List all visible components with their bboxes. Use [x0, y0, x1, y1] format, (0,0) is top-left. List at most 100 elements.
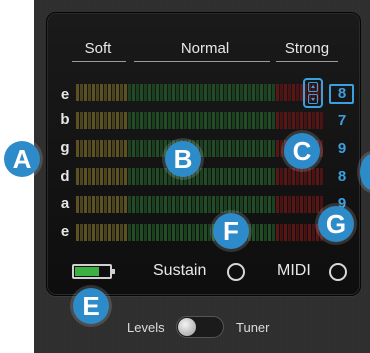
- meter-segment: [284, 84, 287, 101]
- meter-segment: [96, 140, 99, 157]
- meter-segment: [144, 224, 147, 241]
- meter-segment: [84, 112, 87, 129]
- meter-segment: [216, 112, 219, 129]
- threshold-value-1[interactable]: 8: [333, 86, 351, 102]
- meter-segment: [288, 168, 291, 185]
- meter-segment: [252, 168, 255, 185]
- meter-segment: [104, 224, 107, 241]
- meter-segment: [88, 196, 91, 213]
- meter-segment: [108, 112, 111, 129]
- sustain-radio[interactable]: [227, 263, 245, 281]
- meter-segment: [104, 84, 107, 101]
- meter-segment: [88, 112, 91, 129]
- meter-segment: [80, 196, 83, 213]
- meter-segment: [248, 168, 251, 185]
- threshold-value-3[interactable]: 9: [333, 141, 351, 157]
- meter-segment: [208, 140, 211, 157]
- meter-segment: [160, 140, 163, 157]
- threshold-stepper[interactable]: [303, 78, 323, 108]
- meter-segment: [104, 112, 107, 129]
- meter-segment: [288, 196, 291, 213]
- meter-segment: [152, 224, 155, 241]
- switch-knob[interactable]: [178, 318, 196, 336]
- meter-segment: [204, 84, 207, 101]
- meter-segment: [300, 168, 303, 185]
- meter-segment: [132, 112, 135, 129]
- meter-segment: [204, 112, 207, 129]
- callout-f: F: [213, 213, 249, 249]
- meter-segment: [100, 84, 103, 101]
- meter-segment: [108, 84, 111, 101]
- meter-segment: [156, 84, 159, 101]
- increment-icon[interactable]: [308, 82, 318, 92]
- meter-segment: [272, 112, 275, 129]
- meter-segment: [288, 84, 291, 101]
- meter-segment: [216, 196, 219, 213]
- meter-segment: [196, 84, 199, 101]
- meter-segment: [268, 168, 271, 185]
- meter-segment: [132, 140, 135, 157]
- meter-segment: [80, 224, 83, 241]
- meter-segment: [156, 140, 159, 157]
- meter-segment: [280, 84, 283, 101]
- meter-segment: [204, 168, 207, 185]
- meter-segment: [124, 112, 127, 129]
- meter-segment: [264, 168, 267, 185]
- meter-segment: [232, 140, 235, 157]
- meter-segment: [140, 224, 143, 241]
- meter-segment: [180, 112, 183, 129]
- battery-tip: [112, 269, 115, 274]
- meter-segment: [112, 84, 115, 101]
- levels-tuner-switch[interactable]: [176, 316, 224, 338]
- meter-segment: [252, 112, 255, 129]
- meter-segment: [92, 140, 95, 157]
- meter-segment: [212, 112, 215, 129]
- meter-segment: [144, 196, 147, 213]
- meter-segment: [264, 140, 267, 157]
- meter-segment: [128, 112, 131, 129]
- meter-segment: [300, 224, 303, 241]
- meter-segment: [100, 168, 103, 185]
- midi-radio[interactable]: [329, 263, 347, 281]
- meter-segment: [212, 196, 215, 213]
- meter-segment: [196, 196, 199, 213]
- meter-segment: [292, 168, 295, 185]
- meter-segment: [184, 112, 187, 129]
- meter-segment: [152, 196, 155, 213]
- meter-segment: [252, 84, 255, 101]
- meter-segment: [124, 84, 127, 101]
- meter-segment: [80, 168, 83, 185]
- meter-segment: [116, 196, 119, 213]
- meter-segment: [128, 140, 131, 157]
- meter-segment: [84, 140, 87, 157]
- meter-segment: [228, 140, 231, 157]
- meter-segment: [220, 168, 223, 185]
- meter-segment: [112, 140, 115, 157]
- threshold-value-4[interactable]: 8: [333, 169, 351, 185]
- decrement-icon[interactable]: [308, 94, 318, 104]
- meter-segment: [316, 112, 319, 129]
- meter-segment: [80, 112, 83, 129]
- callout-c: C: [284, 133, 320, 169]
- meter-segment: [120, 196, 123, 213]
- callout-e: E: [73, 288, 109, 324]
- meter-segment: [116, 84, 119, 101]
- meter-segment: [164, 224, 167, 241]
- meter-segment: [244, 140, 247, 157]
- meter-segment: [308, 224, 311, 241]
- meter-segment: [184, 224, 187, 241]
- meter-segment: [144, 168, 147, 185]
- meter-segment: [140, 112, 143, 129]
- meter-segment: [168, 84, 171, 101]
- meter-segment: [268, 84, 271, 101]
- meter-segment: [248, 196, 251, 213]
- meter-segment: [308, 112, 311, 129]
- meter-segment: [312, 224, 315, 241]
- threshold-value-2[interactable]: 7: [333, 113, 351, 129]
- meter-segment: [144, 112, 147, 129]
- meter-segment: [316, 196, 319, 213]
- meter-segment: [292, 84, 295, 101]
- meter-segment: [280, 224, 283, 241]
- meter-segment: [236, 112, 239, 129]
- header-divider-soft: [72, 61, 126, 62]
